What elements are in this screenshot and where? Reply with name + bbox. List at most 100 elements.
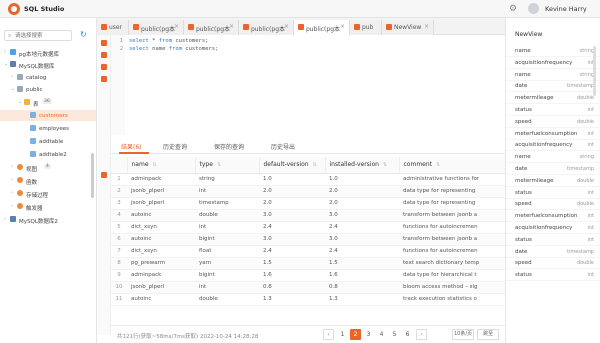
chevron-right-icon[interactable]: › (4, 49, 6, 55)
settings-gear-icon[interactable]: ⚙ (508, 4, 518, 14)
table-row[interactable]: 2 jsonb_plperl int 2.0 2.0 data type for repr… (111, 185, 505, 198)
sort-icon[interactable]: ⇅ (217, 162, 221, 168)
sidebar-scrollbar[interactable] (91, 153, 94, 198)
code-line[interactable]: select name from customers; (129, 46, 218, 52)
tab-results[interactable]: 结果(6) (121, 142, 142, 151)
tab-saved-queries[interactable]: 保存的查询 (214, 142, 244, 151)
table-cell[interactable]: transform between jsonb a (399, 209, 505, 222)
table-cell[interactable]: 3.0 (325, 233, 399, 246)
table-cell[interactable]: data type for representing (399, 197, 505, 210)
field-row[interactable]: meterfuelconsumption int (506, 210, 600, 223)
table-cell[interactable]: 2.0 (259, 197, 325, 210)
field-row[interactable]: speed double (506, 116, 600, 128)
field-row[interactable]: metermileage double (506, 175, 600, 187)
table-cell[interactable]: 1.3 (325, 293, 399, 306)
table-cell[interactable]: 1.3 (259, 293, 325, 306)
user-name[interactable]: Kevine Harry (545, 5, 587, 13)
tree-node-tables[interactable]: ⌄ 表 36 (0, 97, 96, 108)
field-row[interactable]: acquisitionfrequency int (506, 57, 600, 69)
chevron-right-icon[interactable]: › (11, 190, 13, 196)
column-header-installed-version[interactable]: installed-version ⇅ (325, 157, 400, 174)
field-row[interactable]: acquisitionfrequency int (506, 222, 600, 234)
table-cell[interactable]: pg_prewarm (127, 257, 195, 270)
table-cell[interactable]: autoinc (127, 293, 195, 306)
tab-query-history[interactable]: 历史查询 (163, 142, 187, 151)
table-cell[interactable]: 1.6 (325, 269, 399, 282)
table-cell[interactable]: adminpack (127, 173, 195, 186)
table-cell[interactable]: 1.5 (325, 257, 399, 270)
code-line[interactable]: select * from customers; (129, 38, 209, 44)
sql-editor[interactable]: 1 2 select * from customers; select name… (111, 35, 505, 135)
table-cell[interactable]: 0.8 (259, 281, 325, 294)
field-row[interactable]: meterfuelconsumption int (506, 128, 600, 140)
tree-node-triggers[interactable]: › 触发器 (0, 201, 96, 212)
tab-pub[interactable]: pub (350, 20, 382, 35)
column-header-default-version[interactable]: default-version ⇅ (259, 157, 326, 174)
save-icon[interactable] (101, 52, 107, 58)
field-row[interactable]: speed double (506, 257, 600, 270)
table-cell[interactable]: jsonb_plperl (127, 281, 195, 294)
table-cell[interactable]: autoinc (127, 209, 195, 222)
table-row[interactable]: 11 autoinc double 1.3 1.3 track execution sta… (111, 293, 505, 306)
tree-node-procedures[interactable]: › 存储过程 (0, 188, 96, 199)
export-icon[interactable] (101, 172, 107, 178)
table-cell[interactable]: string (195, 173, 259, 186)
close-icon[interactable]: × (340, 23, 345, 30)
table-cell[interactable]: 1.0 (259, 173, 325, 186)
table-cell[interactable]: jsonb_plperl (127, 185, 195, 198)
table-cell[interactable]: jsonb_plperl (127, 197, 195, 210)
field-row[interactable]: date timestamp (506, 163, 600, 175)
field-row[interactable]: date timestamp (506, 80, 600, 93)
field-row[interactable]: name string (506, 151, 600, 164)
table-cell[interactable]: transform between jsonb a (399, 233, 505, 246)
table-cell[interactable]: 2.4 (259, 245, 325, 258)
page-6[interactable]: 6 (402, 329, 413, 340)
history-icon[interactable] (101, 76, 107, 82)
table-cell[interactable]: 3.0 (259, 209, 325, 222)
table-cell[interactable]: 2.0 (259, 185, 325, 198)
close-icon[interactable]: × (424, 23, 429, 30)
table-cell[interactable]: double (195, 293, 259, 306)
table-cell[interactable]: adminpack (127, 269, 195, 282)
tree-node-addtable[interactable]: addtable (0, 136, 96, 147)
table-row[interactable]: 9 adminpack bigint 1.6 1.6 data type for hier… (111, 269, 505, 282)
tab-public-1[interactable]: public(pg本... × (129, 20, 184, 35)
table-cell[interactable]: dict_xsyn (127, 221, 195, 234)
table-cell[interactable]: int (195, 185, 259, 198)
table-cell[interactable]: 2.0 (325, 185, 399, 198)
page-jump-input[interactable]: 跳至 (477, 329, 499, 340)
chevron-right-icon[interactable]: › (4, 216, 6, 222)
tree-node-addtable2[interactable]: addtable2 (0, 149, 96, 160)
table-cell[interactable]: data type for representing (399, 185, 505, 198)
tab-newview[interactable]: NewView × (382, 20, 434, 35)
table-row[interactable]: 4 autoinc double 3.0 3.0 transform between js… (111, 209, 505, 222)
table-cell[interactable]: track execution statistics o (399, 293, 505, 306)
field-row[interactable]: date timestamp (506, 246, 600, 258)
chevron-down-icon[interactable]: ⌄ (11, 86, 15, 92)
page-2[interactable]: 2 (350, 329, 361, 340)
chevron-right-icon[interactable]: › (11, 164, 13, 170)
tree-node-views[interactable]: › 视图 4 (0, 162, 96, 173)
sort-icon[interactable]: ⇅ (313, 162, 317, 168)
table-row[interactable]: 10 jsonb_plperl int 0.8 0.8 bloom access meth… (111, 281, 505, 294)
chevron-down-icon[interactable]: ⌄ (4, 61, 8, 67)
tab-public-3[interactable]: public(pg本... × (239, 20, 294, 35)
field-row[interactable]: speed double (506, 198, 600, 211)
column-header-comment[interactable]: comment ⇅ (399, 157, 505, 174)
table-cell[interactable]: administrative functions for (399, 173, 505, 186)
table-cell[interactable]: float (195, 245, 259, 258)
close-icon[interactable]: × (229, 23, 234, 30)
table-cell[interactable]: bigint (195, 233, 259, 246)
table-cell[interactable]: 1.5 (259, 257, 325, 270)
panel-scrollbar[interactable] (593, 46, 596, 96)
table-row[interactable]: 6 autoinc bigint 3.0 3.0 transform between js… (111, 233, 505, 246)
column-header-name[interactable]: name ⇅ (127, 157, 196, 174)
tree-node-mysql-db2[interactable]: › MySQL数据库2 (0, 214, 96, 225)
field-row[interactable]: status int (506, 104, 600, 116)
table-cell[interactable]: int (195, 281, 259, 294)
page-5[interactable]: 5 (389, 329, 400, 340)
tab-public-2[interactable]: public(pg本... × (184, 20, 239, 35)
table-cell[interactable]: bigint (195, 269, 259, 282)
sort-icon[interactable]: ⇅ (383, 162, 387, 168)
chevron-right-icon[interactable]: › (11, 203, 13, 209)
